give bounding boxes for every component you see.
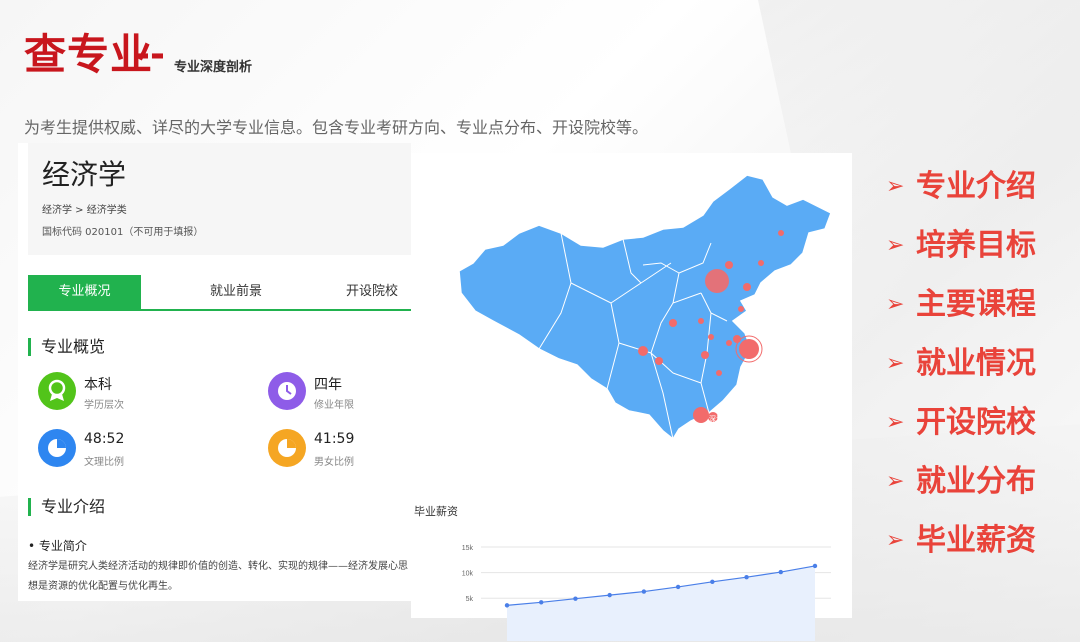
feature-item: ➢ 就业情况 xyxy=(886,344,1036,403)
stat-label: 修业年限 xyxy=(314,400,354,411)
dot xyxy=(725,261,733,269)
salary-point xyxy=(573,596,578,601)
badge-icon xyxy=(38,372,76,410)
feature-label: 就业情况 xyxy=(916,346,1036,381)
y-tick-label: 5k xyxy=(466,596,474,603)
stat-label: 男女比例 xyxy=(314,457,354,468)
tab-bar: 专业概况 就业前景 开设院校 xyxy=(28,275,411,311)
dot xyxy=(638,346,648,356)
stat-value: 本科 xyxy=(84,377,112,393)
dot xyxy=(655,357,663,365)
title-dash: -- xyxy=(135,34,165,75)
arrow-icon: ➢ xyxy=(886,410,905,435)
stat-duration: 四年 修业年限 xyxy=(268,372,408,412)
feature-item: ➢ 开设院校 xyxy=(886,403,1036,462)
intro-description: 经济学是研究人类经济活动的规律即价值的创造、转化、实现的规律——经济发展心思想是… xyxy=(28,561,408,592)
major-detail-card: 经济学 经济学 > 经济学类 国标代码 020101（不可用于填报） 专业概况 … xyxy=(18,143,411,601)
dot xyxy=(716,370,722,376)
salary-point xyxy=(744,575,749,580)
feature-label: 培养目标 xyxy=(916,228,1036,263)
arrow-icon: ➢ xyxy=(886,233,905,258)
salary-chart: 5k 10k 15k xyxy=(462,545,831,641)
stat-value: 48:52 xyxy=(84,431,125,447)
intro-bullet: • 专业简介 xyxy=(28,539,87,553)
dot xyxy=(701,351,709,359)
dot xyxy=(743,283,751,291)
map-label-shanghai: 上海 xyxy=(763,343,779,353)
tab-overview[interactable]: 专业概况 xyxy=(28,275,141,309)
stat-value: 41:59 xyxy=(314,431,355,447)
china-map-land xyxy=(458,174,832,441)
stat-label: 文理比例 xyxy=(84,457,124,468)
feature-label: 主要课程 xyxy=(916,287,1036,322)
major-name: 经济学 xyxy=(42,158,127,191)
salary-point xyxy=(641,589,647,594)
feature-item: ➢ 主要课程 xyxy=(886,285,1036,344)
arrow-icon: ➢ xyxy=(886,351,905,376)
pie-icon xyxy=(38,429,76,467)
y-tick-label: 15k xyxy=(462,545,474,552)
feature-label: 毕业薪资 xyxy=(916,523,1036,558)
dot xyxy=(669,319,677,327)
map-label-shenzhen: 深圳 xyxy=(709,414,723,423)
dot xyxy=(698,318,704,324)
salary-area xyxy=(507,565,815,641)
major-header: 经济学 经济学 > 经济学类 国标代码 020101（不可用于填报） xyxy=(28,143,411,255)
salary-point xyxy=(812,563,818,569)
arrow-icon: ➢ xyxy=(886,292,905,317)
dot xyxy=(726,340,732,346)
major-code: 国标代码 020101（不可用于填报） xyxy=(42,227,204,238)
map-chart-card: 上海 深圳 毕业薪资 5k 10k 15k xyxy=(411,153,852,641)
page-title: 查专业 xyxy=(24,30,154,79)
dot xyxy=(708,334,714,340)
y-tick-label: 10k xyxy=(462,571,474,578)
feature-label: 专业介绍 xyxy=(916,169,1036,204)
section-heading-intro: 专业介绍 xyxy=(28,498,105,516)
feature-item: ➢ 培养目标 xyxy=(886,226,1036,285)
tab-schools[interactable]: 开设院校 xyxy=(328,275,411,309)
page-subtitle: 专业深度剖析 xyxy=(174,60,253,75)
section-heading-overview: 专业概览 xyxy=(28,338,105,356)
feature-label: 开设院校 xyxy=(916,405,1036,440)
dot-shanghai xyxy=(739,339,759,359)
feature-label: 就业分布 xyxy=(916,464,1036,499)
dot xyxy=(758,260,764,266)
arrow-icon: ➢ xyxy=(886,469,905,494)
dot-shenzhen xyxy=(693,407,709,423)
stat-label: 学历层次 xyxy=(84,400,124,411)
feature-item: ➢ 毕业薪资 xyxy=(886,521,1036,580)
salary-point xyxy=(675,584,681,590)
salary-chart-title: 毕业薪资 xyxy=(414,505,458,518)
stat-arts-science-ratio: 48:52 文理比例 xyxy=(38,429,238,469)
salary-point xyxy=(539,600,544,605)
stat-gender-ratio: 41:59 男女比例 xyxy=(268,429,408,469)
dot-beijing xyxy=(705,269,729,293)
salary-point xyxy=(607,592,612,598)
intro-text: 为考生提供权威、详尽的大学专业信息。包含专业考研方向、专业点分布、开设院校等。 xyxy=(24,118,649,137)
china-map: 上海 深圳 xyxy=(458,174,832,441)
clock-icon xyxy=(268,372,306,410)
feature-item: ➢ 专业介绍 xyxy=(886,167,1036,226)
dot xyxy=(738,306,744,312)
dot xyxy=(733,335,741,343)
stat-value: 四年 xyxy=(314,377,342,393)
feature-list: ➢ 专业介绍 ➢ 培养目标 ➢ 主要课程 ➢ 就业情况 ➢ 开设院校 ➢ 就业分布 ➢ 毕业薪… xyxy=(886,167,1036,580)
stat-degree: 本科 学历层次 xyxy=(38,372,238,412)
salary-point xyxy=(710,579,715,585)
pie-icon xyxy=(268,429,306,467)
feature-item: ➢ 就业分布 xyxy=(886,462,1036,521)
salary-point xyxy=(778,569,783,575)
tab-employment[interactable]: 就业前景 xyxy=(176,275,296,309)
arrow-icon: ➢ xyxy=(886,174,905,199)
arrow-icon: ➢ xyxy=(886,528,905,553)
salary-point xyxy=(504,603,510,608)
breadcrumb[interactable]: 经济学 > 经济学类 xyxy=(42,201,127,216)
dot xyxy=(778,230,784,236)
